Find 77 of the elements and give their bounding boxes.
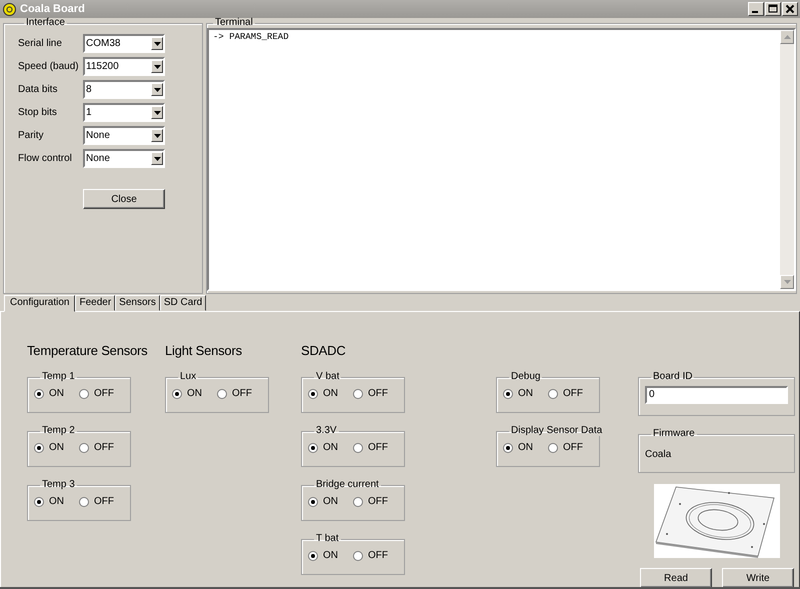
window-title: Coala Board — [20, 3, 86, 15]
group-title: Board ID — [652, 372, 694, 382]
radio-option[interactable]: ON — [34, 442, 79, 453]
dropdown[interactable]: 115200 — [83, 57, 165, 76]
group-title: Bridge current — [315, 480, 380, 490]
radio-option[interactable]: OFF — [79, 388, 124, 399]
dropdown-arrow-icon — [154, 64, 160, 68]
dropdown-arrow-icon — [154, 88, 160, 92]
dropdown[interactable]: COM38 — [83, 34, 165, 53]
group-title: Temp 2 — [41, 426, 76, 436]
section-heading: Light Sensors — [165, 343, 242, 358]
radio-option[interactable]: ON — [34, 388, 79, 399]
field-label: Data bits — [18, 84, 58, 95]
tab[interactable]: Feeder — [75, 295, 116, 311]
close-icon — [785, 4, 795, 14]
close-button[interactable]: Close — [83, 189, 165, 209]
group-title: 3.3V — [315, 426, 338, 436]
dropdown-arrow-icon — [154, 156, 160, 160]
group-title: Debug — [510, 372, 542, 382]
radio-option[interactable]: OFF — [79, 442, 124, 453]
dropdown-arrow-icon — [154, 110, 160, 114]
group-title: Firmware — [652, 429, 696, 439]
radio-option[interactable]: ON — [308, 496, 353, 507]
dropdown[interactable]: None — [83, 149, 165, 168]
group-title: Temp 3 — [41, 480, 76, 490]
minimize-icon — [752, 11, 758, 13]
terminal-output[interactable]: -> PARAMS_READ — [207, 28, 796, 291]
terminal-line: -> PARAMS_READ — [213, 32, 290, 42]
radio-option[interactable]: ON — [34, 496, 79, 507]
input-field[interactable]: 0 — [645, 386, 788, 404]
radio-option[interactable]: OFF — [548, 442, 593, 453]
dropdown[interactable]: 8 — [83, 80, 165, 99]
group-title: Temp 1 — [41, 372, 76, 382]
radio-option[interactable]: ON — [308, 550, 353, 561]
field-label: Parity — [18, 130, 45, 141]
group-title: Display Sensor Data — [510, 426, 604, 436]
dropdown[interactable]: 1 — [83, 103, 165, 122]
radio-option[interactable]: ON — [172, 388, 217, 399]
radio-option[interactable]: OFF — [353, 496, 398, 507]
radio-option[interactable]: OFF — [353, 550, 398, 561]
radio-option[interactable]: ON — [308, 388, 353, 399]
radio-option[interactable]: OFF — [548, 388, 593, 399]
group-title: Lux — [179, 372, 198, 382]
minimize-button[interactable] — [748, 2, 764, 16]
section-heading: Temperature Sensors — [27, 343, 148, 358]
dropdown[interactable]: None — [83, 126, 165, 145]
field-label: Speed (baud) — [18, 61, 80, 72]
radio-option[interactable]: OFF — [353, 442, 398, 453]
field-label: Stop bits — [18, 107, 58, 118]
tab[interactable]: Sensors — [115, 295, 160, 311]
maximize-icon — [768, 4, 778, 14]
radio-option[interactable]: ON — [503, 388, 548, 399]
radio-option[interactable]: OFF — [353, 388, 398, 399]
close-button[interactable] — [782, 2, 798, 16]
group-title: Interface — [25, 18, 66, 28]
scroll-down-icon — [784, 280, 790, 284]
action-button[interactable]: Write — [722, 568, 794, 587]
group-title: T bat — [315, 534, 340, 544]
group-title: Terminal — [214, 18, 254, 28]
tab[interactable]: SD Card — [160, 295, 206, 311]
dropdown-arrow-icon — [154, 42, 160, 46]
app-icon — [3, 2, 16, 16]
firmware-value: Coala — [645, 449, 672, 460]
scrollbar[interactable] — [780, 30, 794, 289]
field-label: Serial line — [18, 38, 63, 49]
scroll-up-icon — [784, 35, 790, 39]
radio-option[interactable]: ON — [503, 442, 548, 453]
action-button[interactable]: Read — [640, 568, 712, 587]
radio-option[interactable]: OFF — [217, 388, 262, 399]
radio-option[interactable]: OFF — [79, 496, 124, 507]
group-title: V bat — [315, 372, 340, 382]
field-label: Flow control — [18, 153, 73, 164]
radio-option[interactable]: ON — [308, 442, 353, 453]
tab[interactable]: Configuration — [4, 295, 76, 312]
maximize-button[interactable] — [765, 2, 781, 16]
dropdown-arrow-icon — [154, 134, 160, 138]
section-heading: SDADC — [301, 343, 346, 358]
